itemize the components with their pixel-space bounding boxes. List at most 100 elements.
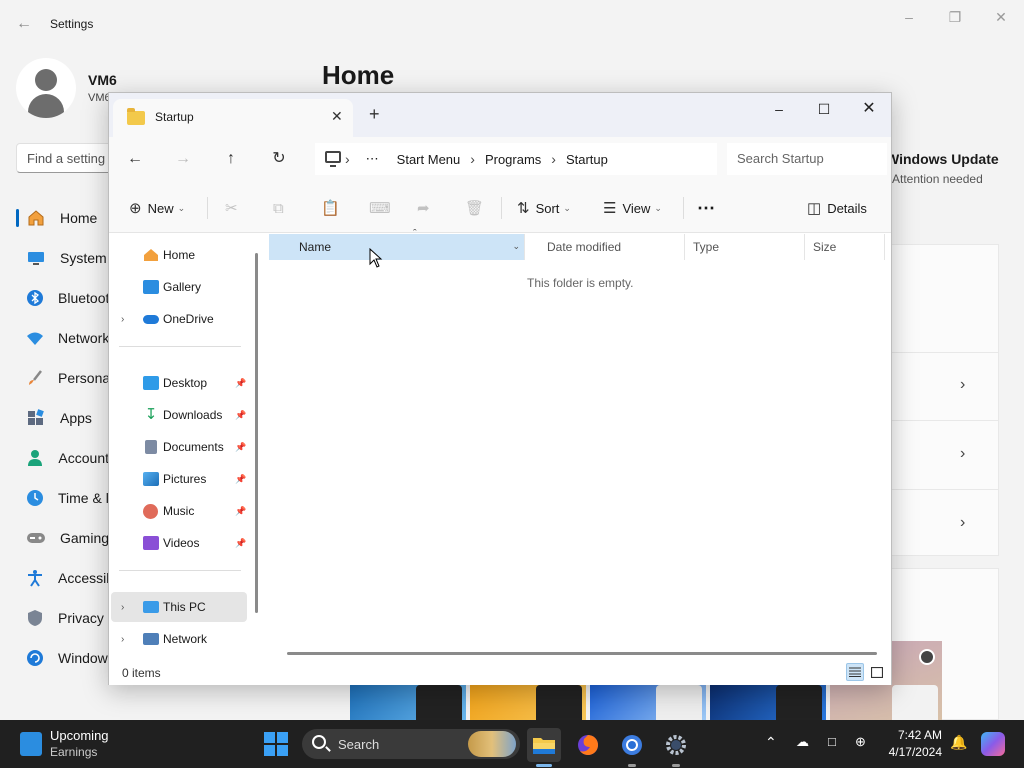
onedrive-offline-icon[interactable]: ☁	[796, 734, 809, 750]
clock-date[interactable]: 4/17/2024	[880, 745, 942, 759]
close-icon[interactable]: ✕	[986, 8, 1016, 26]
sidebar-item-personalization[interactable]: Personalization	[16, 358, 116, 398]
pin-icon[interactable]: 📌	[235, 538, 246, 549]
theme-thumbnail[interactable]	[350, 685, 466, 720]
nav-item-music[interactable]: Music 📌	[111, 496, 247, 526]
nav-item-this-pc[interactable]: › This PC	[111, 592, 247, 622]
breadcrumb-pc-icon[interactable]	[315, 143, 345, 175]
column-header-name[interactable]: ˆ Name ⌄	[269, 228, 525, 260]
pin-icon[interactable]: 📌	[235, 474, 246, 485]
settings-icon[interactable]	[659, 728, 693, 762]
close-tab-icon[interactable]: ✕	[331, 108, 343, 125]
chevron-right-icon[interactable]: ›	[960, 445, 965, 463]
nav-item-network[interactable]: › Network	[111, 624, 247, 654]
share-button[interactable]: ➦	[417, 197, 436, 219]
search-placeholder: Search Startup	[737, 151, 824, 166]
forward-arrow-icon[interactable]: →	[171, 149, 195, 169]
nav-item-downloads[interactable]: ↧ Downloads 📌	[111, 400, 247, 430]
sidebar-item-home[interactable]: Home	[16, 198, 116, 238]
chevron-right-icon[interactable]: ›	[121, 602, 124, 613]
breadcrumb-start-menu[interactable]: Start Menu	[397, 152, 461, 167]
pin-icon[interactable]: 📌	[235, 442, 246, 453]
stocks-widget-icon[interactable]	[20, 732, 42, 756]
avatar[interactable]	[16, 58, 76, 118]
breadcrumb-startup[interactable]: Startup	[566, 152, 608, 167]
nav-item-videos[interactable]: Videos 📌	[111, 528, 247, 558]
back-arrow-icon[interactable]: ←	[123, 149, 147, 169]
minimize-icon[interactable]: –	[759, 99, 799, 119]
details-view-icon[interactable]	[846, 663, 864, 681]
nav-item-home[interactable]: Home	[111, 240, 247, 270]
horizontal-scrollbar[interactable]	[287, 652, 877, 655]
view-button[interactable]: ☰ View ⌄	[603, 197, 662, 219]
network-status-icon[interactable]: ⊕	[855, 734, 866, 750]
tab-startup[interactable]: Startup ✕	[113, 99, 353, 137]
copilot-icon[interactable]	[981, 732, 1005, 756]
chevron-down-icon[interactable]: ⌄	[512, 241, 520, 252]
sidebar-item-bluetooth[interactable]: Bluetooth & devices	[16, 278, 116, 318]
chevron-up-icon[interactable]: ⌃	[765, 734, 777, 751]
nav-item-onedrive[interactable]: › OneDrive	[111, 304, 247, 334]
sidebar-item-windows-update[interactable]: Windows Update	[16, 638, 116, 678]
sidebar-item-time-language[interactable]: Time & language	[16, 478, 116, 518]
chevron-right-icon[interactable]: ›	[960, 514, 965, 532]
widget-subtitle[interactable]: Earnings	[50, 745, 97, 759]
search-input[interactable]: Search Startup	[727, 143, 887, 175]
sidebar-item-apps[interactable]: Apps	[16, 398, 116, 438]
theme-thumbnail[interactable]	[710, 685, 826, 720]
pin-icon[interactable]: 📌	[235, 506, 246, 517]
clock-time[interactable]: 7:42 AM	[886, 728, 942, 742]
sidebar-item-system[interactable]: System	[16, 238, 116, 278]
sidebar-item-accessibility[interactable]: Accessibility	[16, 558, 116, 598]
column-header-date-modified[interactable]: Date modified	[539, 234, 685, 260]
taskbar-search[interactable]: Search	[302, 729, 520, 759]
delete-button[interactable]: 🗑	[465, 197, 490, 219]
sidebar-item-accounts[interactable]: Accounts	[16, 438, 116, 478]
nav-item-pictures[interactable]: Pictures 📌	[111, 464, 247, 494]
sort-button[interactable]: ⇅ Sort ⌄	[517, 197, 571, 219]
maximize-icon[interactable]: ☐	[804, 99, 844, 119]
chrome-icon[interactable]	[615, 728, 649, 762]
details-button[interactable]: ◫ Details	[807, 197, 867, 219]
large-icons-view-icon[interactable]	[868, 663, 886, 681]
start-button-icon[interactable]	[264, 732, 288, 756]
cut-button[interactable]: ✂	[225, 197, 244, 219]
chevron-right-icon[interactable]: ›	[121, 314, 124, 325]
column-header-type[interactable]: Type	[685, 234, 805, 260]
refresh-icon[interactable]: ↻	[267, 149, 291, 169]
pin-icon[interactable]: 📌	[235, 378, 246, 389]
column-header-size[interactable]: Size	[805, 234, 885, 260]
file-explorer-icon[interactable]	[527, 728, 561, 762]
nav-item-documents[interactable]: Documents 📌	[111, 432, 247, 462]
ellipsis-icon[interactable]: ⋯	[366, 151, 379, 167]
breadcrumb-programs[interactable]: Programs	[485, 152, 541, 167]
sidebar-item-privacy[interactable]: Privacy & security	[16, 598, 116, 638]
chevron-right-icon[interactable]: ›	[960, 376, 965, 394]
pin-icon[interactable]: 📌	[235, 410, 246, 421]
nav-item-desktop[interactable]: Desktop 📌	[111, 368, 247, 398]
more-options-icon[interactable]: ⋯	[697, 197, 715, 219]
back-arrow-icon[interactable]: ←	[14, 14, 34, 34]
up-arrow-icon[interactable]: ↑	[219, 149, 243, 169]
nav-scrollbar[interactable]	[255, 253, 258, 613]
firefox-icon[interactable]	[571, 728, 605, 762]
notification-bell-icon[interactable]: 🔔	[950, 734, 967, 751]
nav-item-gallery[interactable]: Gallery	[111, 272, 247, 302]
theme-thumbnail[interactable]	[590, 685, 706, 720]
theme-thumbnail[interactable]	[470, 685, 586, 720]
sidebar-item-network[interactable]: Network & internet	[16, 318, 116, 358]
copy-button[interactable]: ⧉	[273, 197, 290, 219]
widget-title[interactable]: Upcoming	[50, 728, 109, 743]
chevron-right-icon[interactable]: ›	[121, 634, 124, 645]
paste-button[interactable]: 📋	[321, 197, 346, 219]
restore-icon[interactable]: ❐	[940, 8, 970, 26]
new-button[interactable]: ⊕ New ⌄	[129, 197, 185, 219]
display-icon[interactable]: □	[828, 734, 836, 749]
minimize-icon[interactable]: –	[894, 8, 924, 26]
breadcrumb[interactable]: › ⋯ Start Menu › Programs › Startup	[345, 143, 717, 175]
rename-button[interactable]: ⌨	[369, 197, 397, 219]
sidebar-item-gaming[interactable]: Gaming	[16, 518, 116, 558]
windows-update-title[interactable]: Windows Update	[886, 151, 999, 167]
close-icon[interactable]: ✕	[849, 99, 889, 119]
new-tab-icon[interactable]: +	[369, 105, 380, 123]
